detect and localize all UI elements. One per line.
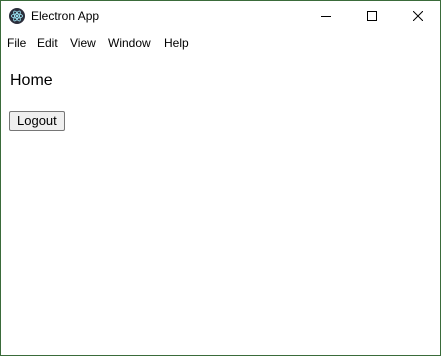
page-content: Home Logout xyxy=(1,55,440,355)
logout-button[interactable]: Logout xyxy=(9,111,65,131)
menu-file[interactable]: File xyxy=(7,36,26,50)
close-icon xyxy=(413,11,423,21)
close-button[interactable] xyxy=(395,1,440,31)
minimize-icon xyxy=(321,16,331,17)
menu-bar: File Edit View Window Help xyxy=(1,32,440,54)
app-window: Electron App File Edit View Window Help … xyxy=(0,0,441,356)
menu-view[interactable]: View xyxy=(70,36,96,50)
menu-help[interactable]: Help xyxy=(164,36,189,50)
title-bar[interactable]: Electron App xyxy=(1,1,440,31)
menu-window[interactable]: Window xyxy=(108,36,151,50)
maximize-button[interactable] xyxy=(349,1,395,31)
menu-edit[interactable]: Edit xyxy=(37,36,58,50)
page-title: Home xyxy=(10,72,53,89)
window-title: Electron App xyxy=(31,9,100,23)
maximize-icon xyxy=(367,11,377,21)
electron-logo-icon xyxy=(9,8,25,24)
minimize-button[interactable] xyxy=(303,1,349,31)
